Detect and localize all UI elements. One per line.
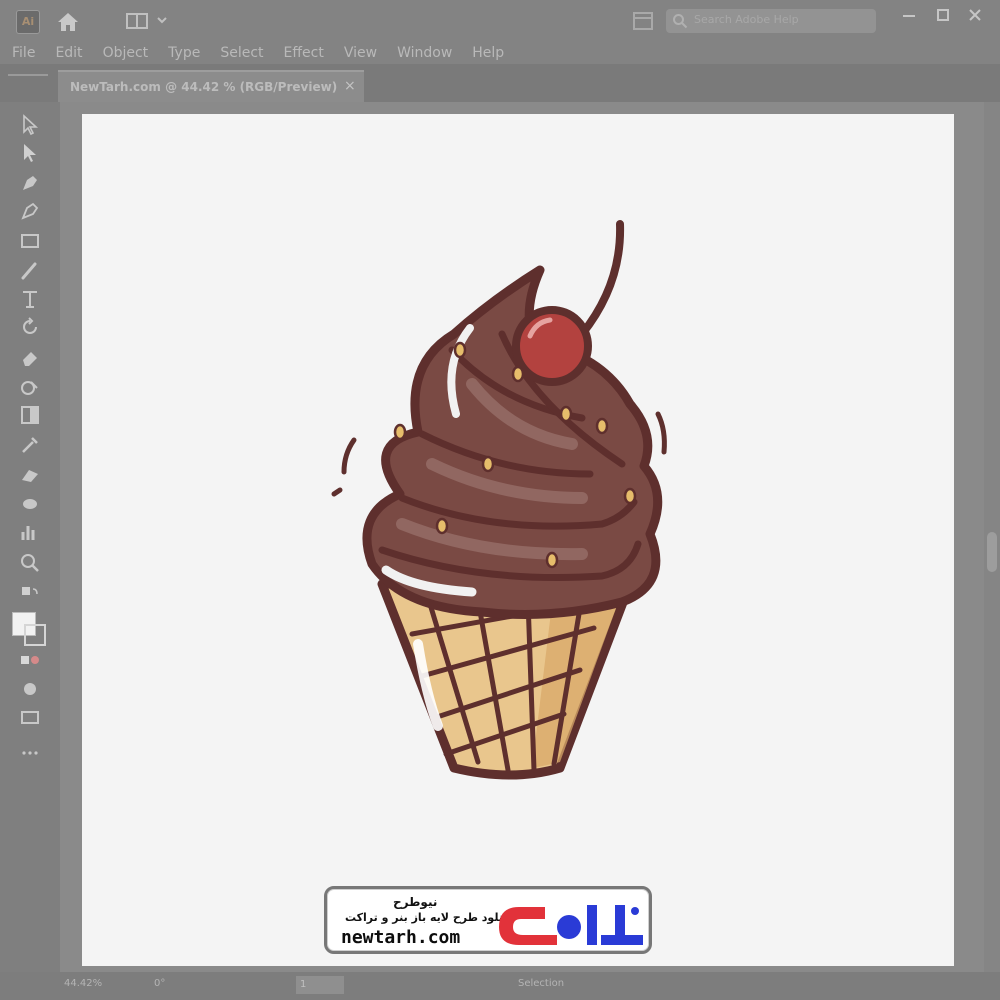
color-mode-icon[interactable] <box>19 650 41 672</box>
menu-object[interactable]: Object <box>103 45 149 61</box>
rectangle-tool-icon[interactable] <box>19 230 41 252</box>
scroll-thumb[interactable] <box>987 532 997 572</box>
more-tools-icon[interactable] <box>19 742 41 764</box>
menu-file[interactable]: File <box>12 45 35 61</box>
panel-grip[interactable] <box>8 74 48 76</box>
brush-tool-icon[interactable] <box>19 260 41 282</box>
vertical-scrollbar[interactable] <box>984 102 1000 972</box>
watermark-title: نیوطرح <box>393 895 438 909</box>
screen-mode-icon[interactable] <box>19 706 41 728</box>
rotation-field[interactable]: 0° <box>154 978 165 989</box>
workspace-icon[interactable] <box>126 12 148 30</box>
direct-selection-tool-icon[interactable] <box>19 142 41 164</box>
tab-close-icon[interactable]: × <box>344 78 356 94</box>
menu-effect[interactable]: Effect <box>284 45 324 61</box>
column-graph-tool-icon[interactable] <box>19 522 41 544</box>
artboard[interactable] <box>82 114 954 966</box>
newtarh-watermark: نیوطرح دانلود طرح لایه باز بنر و تراکت n… <box>324 886 652 954</box>
maximize-icon[interactable] <box>934 6 952 24</box>
menu-view[interactable]: View <box>344 45 377 61</box>
eraser-tool-icon[interactable] <box>19 346 41 368</box>
newtarh-logo <box>499 905 643 945</box>
curvature-tool-icon[interactable] <box>19 200 41 222</box>
home-icon[interactable] <box>56 10 80 34</box>
menu-type[interactable]: Type <box>168 45 200 61</box>
watermark-subtitle: دانلود طرح لایه باز بنر و تراکت <box>345 911 513 924</box>
stroke-color-swatch[interactable] <box>24 624 46 646</box>
chevron-down-icon[interactable] <box>156 14 168 26</box>
ice-cream-illustration[interactable] <box>82 114 954 966</box>
menu-help[interactable]: Help <box>472 45 504 61</box>
illustrator-logo: Ai <box>16 10 40 34</box>
symbol-sprayer-tool-icon[interactable] <box>19 492 41 514</box>
arrange-documents-icon[interactable] <box>632 11 654 31</box>
rotate-tool-icon[interactable] <box>19 316 41 338</box>
title-bar: Ai Search Adobe Help <box>0 0 1000 42</box>
close-icon[interactable] <box>966 6 984 24</box>
menu-select[interactable]: Select <box>220 45 263 61</box>
search-icon <box>673 14 688 29</box>
status-bar: 44.42% 0° 1 Selection <box>0 972 1000 1000</box>
chocolate-swirl <box>362 265 663 619</box>
minimize-icon[interactable] <box>900 6 918 24</box>
current-tool-label: Selection <box>518 978 565 989</box>
document-tab-row: NewTarh.com @ 44.42 % (RGB/Preview) × <box>0 64 1000 102</box>
zoom-tool-icon[interactable] <box>19 552 41 574</box>
gradient-tool-icon[interactable] <box>19 404 41 426</box>
zoom-level-field[interactable]: 44.42% <box>64 978 124 994</box>
artboard-number-field[interactable]: 1 <box>296 976 344 994</box>
draw-mode-icon[interactable] <box>19 678 41 700</box>
menu-bar: File Edit Object Type Select Effect View… <box>0 42 1000 64</box>
menu-edit[interactable]: Edit <box>55 45 82 61</box>
shape-builder-tool-icon[interactable] <box>19 376 41 398</box>
type-tool-icon[interactable] <box>19 288 41 310</box>
help-search[interactable]: Search Adobe Help <box>666 9 876 33</box>
tools-panel <box>0 102 60 972</box>
pen-tool-icon[interactable] <box>19 172 41 194</box>
watermark-url: newtarh.com <box>341 927 461 948</box>
document-tab[interactable]: NewTarh.com @ 44.42 % (RGB/Preview) × <box>58 70 364 102</box>
eyedropper-tool-icon[interactable] <box>19 434 41 456</box>
document-tab-label: NewTarh.com @ 44.42 % (RGB/Preview) <box>70 80 338 94</box>
cherry-stem <box>578 220 625 338</box>
swap-colors-icon[interactable] <box>19 584 41 606</box>
menu-window[interactable]: Window <box>397 45 452 61</box>
selection-tool-icon[interactable] <box>19 114 41 136</box>
search-input[interactable]: Search Adobe Help <box>694 13 799 26</box>
blend-tool-icon[interactable] <box>19 464 41 486</box>
canvas-area[interactable] <box>60 102 984 972</box>
